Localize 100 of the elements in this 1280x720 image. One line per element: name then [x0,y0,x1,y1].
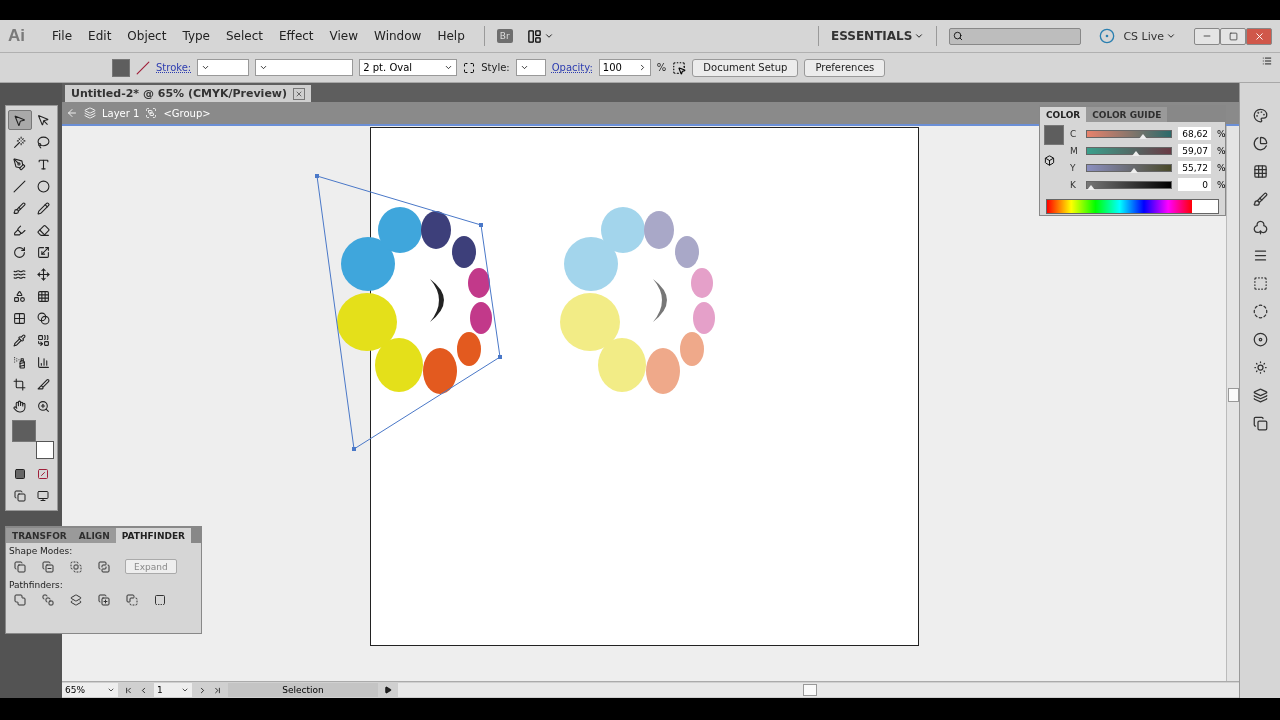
prev-page-icon[interactable] [139,685,148,695]
eyedropper-icon [13,333,27,347]
isolate-icon[interactable] [672,60,687,75]
pathfinder-icon[interactable] [153,593,167,607]
pathfinder-icon[interactable] [13,593,27,607]
close-button[interactable] [1246,27,1272,45]
stroke-label[interactable]: Stroke: [156,62,192,73]
menu-item[interactable]: Effect [272,27,321,45]
vertical-scrollbar[interactable] [1226,126,1239,681]
channel-value-field[interactable]: 0 [1178,178,1211,191]
bridge-button[interactable]: Br [496,29,513,43]
play-icon[interactable] [384,686,392,694]
menu-item[interactable]: Object [120,27,174,45]
last-page-icon[interactable] [213,685,222,695]
circle-icon [36,179,50,193]
first-page-icon[interactable] [124,685,133,695]
minimize-button[interactable] [1194,27,1220,45]
fill-swatch[interactable] [1044,125,1064,145]
panel-tab[interactable]: COLOR GUIDE [1086,107,1168,122]
search-field[interactable] [949,27,1082,45]
variable-width-field[interactable] [255,59,354,76]
fill-swatch[interactable] [112,58,130,77]
bar-chart-icon [36,355,50,369]
channel-slider[interactable] [1086,129,1172,138]
panel-tab[interactable]: PATHFINDER [115,528,192,543]
layout-icon[interactable] [526,28,542,44]
ring-icon[interactable] [1099,28,1116,44]
style-label: Style: [481,62,510,73]
percent-label: % [1217,145,1226,156]
slider-thumb[interactable] [1138,133,1147,139]
pathfinder-icon[interactable] [97,593,111,607]
fill-swatch[interactable] [12,420,36,442]
menu-item[interactable]: View [322,27,366,45]
workspace-switcher[interactable]: ESSENTIALS [830,29,913,43]
stroke-none-swatch[interactable] [36,441,54,459]
caret-icon [201,63,211,72]
caret-icon[interactable] [1166,31,1176,41]
zoom-field[interactable]: 65% [62,683,118,697]
brush-field[interactable]: 2 pt. Oval [359,59,458,76]
cube-icon[interactable] [1044,155,1055,166]
opacity-field[interactable]: 100 [598,59,651,76]
slider-thumb[interactable] [1129,167,1138,173]
opacity-label[interactable]: Opacity: [551,62,593,73]
shape-mode-icon[interactable] [69,559,83,574]
menu-item[interactable]: Type [175,27,217,45]
panel-menu-icon[interactable] [1262,56,1272,66]
channel-value-field[interactable]: 55,72 [1178,161,1211,174]
slider-thumb[interactable] [1087,184,1095,190]
shape-mode-icon[interactable] [13,559,27,574]
shape-mode-icon[interactable] [41,559,55,574]
status-tool-label[interactable]: Selection [228,683,378,697]
caret-icon[interactable] [543,31,554,41]
percent-label: % [656,62,667,73]
rotate-icon [13,245,27,259]
pathfinder-icon[interactable] [41,593,55,607]
color-spectrum[interactable] [1046,199,1219,214]
section-label: Shape Modes: [8,545,74,556]
shape-mode-icon[interactable] [97,559,111,574]
maximize-button[interactable] [1220,27,1246,45]
page-field[interactable]: 1 [154,683,192,697]
selection-bounding-box[interactable] [315,174,502,451]
next-page-icon[interactable] [198,685,207,695]
close-icon [1253,30,1265,42]
marker-icon [13,223,27,237]
panel-tab[interactable]: ALIGN [72,528,116,543]
control-button[interactable]: Document Setup [692,58,799,77]
cs-live-menu[interactable]: CS Live [1123,29,1164,43]
menu-item[interactable]: Edit [81,27,119,45]
line-icon [13,179,27,193]
style-field[interactable] [515,59,546,76]
control-button[interactable]: Preferences [804,58,886,77]
slider-thumb[interactable] [1131,150,1140,156]
channel-slider[interactable] [1086,146,1172,155]
spray-can-icon [13,355,27,369]
channel-label: Y [1070,162,1077,173]
horizontal-scrollbar[interactable] [398,683,1239,697]
stroke-weight-field[interactable] [197,59,250,76]
tool-button[interactable] [8,110,32,130]
channel-slider[interactable] [1086,180,1172,189]
caret-icon[interactable] [914,31,925,41]
pathfinder-icon[interactable] [69,593,83,607]
pathfinder-icon[interactable] [125,593,139,607]
blend-circles-icon [36,311,50,325]
stroke-none-icon[interactable] [136,60,150,75]
menu-item[interactable]: File [45,27,80,45]
channel-value-field[interactable]: 68,62 [1178,127,1211,140]
close-icon[interactable] [293,87,306,100]
caret-icon [259,63,269,72]
channel-slider[interactable] [1086,163,1172,172]
brush-icon [13,201,27,215]
menu-item[interactable]: Select [219,27,271,45]
eraser-icon [36,223,50,237]
channel-value-field[interactable]: 59,07 [1178,144,1211,157]
menu-item[interactable]: Help [430,27,472,45]
panel-tab[interactable]: TRANSFOR [6,528,73,543]
document-tab[interactable]: Untitled-2* @ 65% (CMYK/Preview) [65,85,312,102]
menu-item[interactable]: Window [367,27,429,45]
panel-tab[interactable]: COLOR [1040,107,1087,122]
frame-icon[interactable] [463,61,476,74]
pen-nib-icon [13,157,27,171]
